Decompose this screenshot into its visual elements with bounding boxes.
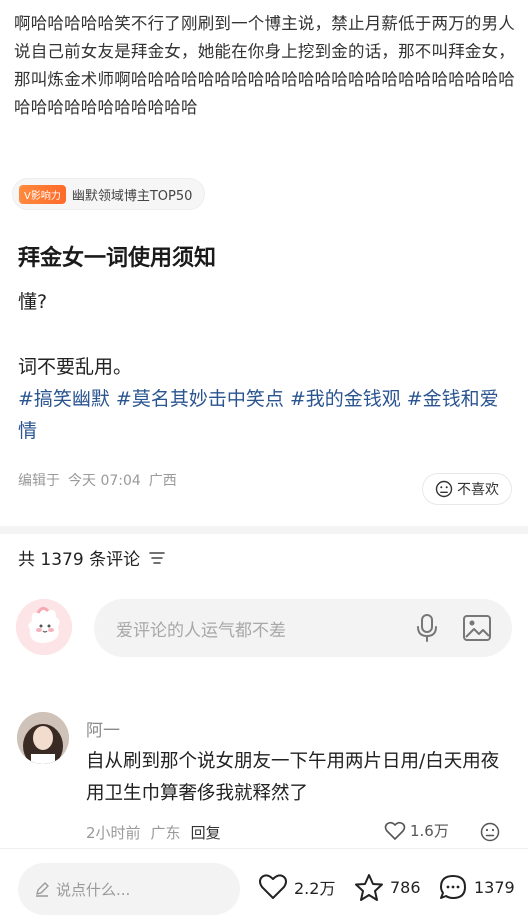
image-icon[interactable] (462, 614, 492, 642)
my-avatar (16, 599, 72, 655)
dislike-label: 不喜欢 (457, 482, 499, 498)
star-icon (355, 874, 383, 901)
like-button[interactable]: 2.2万 (258, 873, 335, 900)
comment-button[interactable]: 1379 (438, 873, 515, 902)
comments-header: 共 1379 条评论 (18, 545, 166, 570)
favorite-button[interactable]: 786 (354, 873, 421, 902)
like-count: 2.2万 (294, 878, 336, 898)
hashtag-list: #搞笑幽默 #莫名其妙击中笑点 #我的金钱观 #金钱和爱情 (18, 383, 508, 447)
favorite-count: 786 (390, 878, 421, 897)
post-time: 今天 07:04 (68, 473, 141, 489)
badge-label: 幽默领域博主TOP50 (71, 188, 193, 204)
post-title: 拜金女一词使用须知 (18, 246, 217, 271)
comment-count: 共 1379 条评论 (18, 550, 141, 570)
comment-location: 广东 (150, 824, 181, 842)
say-placeholder: 说点什么... (56, 880, 131, 899)
comment-text: 自从刷到那个说女朋友一下午用两片日用/白天用夜用卫生巾算奢侈我就释然了 (86, 751, 500, 804)
frown-icon (480, 822, 500, 842)
influence-badge[interactable]: V影响力 幽默领域博主TOP50 (12, 178, 206, 210)
comment-dislike-button[interactable] (480, 822, 500, 846)
post-body-line: 词不要乱用。 (18, 356, 133, 378)
heart-icon (259, 874, 287, 899)
bottom-action-bar: 说点什么... 2.2万 786 1379 (0, 848, 528, 915)
edited-label: 编辑于 (18, 473, 60, 489)
commenter-avatar[interactable] (17, 712, 69, 764)
hashtag-link[interactable]: #我的金钱观 (290, 388, 401, 410)
influence-icon: V影响力 (19, 184, 66, 204)
reply-button[interactable]: 回复 (191, 822, 221, 843)
frown-icon (435, 480, 453, 498)
post-quote-text: 啊哈哈哈哈哈笑不行了刚刷到一个博主说，禁止月薪低于两万的男人说自己前女友是拜金女… (14, 14, 515, 117)
dislike-button[interactable]: 不喜欢 (422, 473, 512, 505)
comment-meta: 2小时前 广东 回复 (86, 822, 221, 843)
post-meta: 编辑于 今天 07:04 广西 (18, 470, 185, 490)
post-body-line: 懂? (18, 291, 48, 313)
hashtag-link[interactable]: #莫名其妙击中笑点 (116, 388, 284, 410)
post-location: 广西 (148, 473, 177, 489)
say-something-input[interactable]: 说点什么... (18, 863, 240, 915)
comment-time: 2小时前 (86, 824, 141, 842)
comment-input[interactable]: 爱评论的人运气都不差 (94, 599, 512, 657)
hashtag-link[interactable]: #搞笑幽默 (18, 388, 110, 410)
heart-icon (384, 821, 406, 840)
commenter-name[interactable]: 阿一 (86, 716, 120, 741)
comment-total: 1379 (474, 878, 515, 897)
comment-like-button[interactable]: 1.6万 (384, 820, 449, 841)
comment-bubble-icon (440, 875, 466, 899)
comment-input-placeholder: 爱评论的人运气都不差 (116, 620, 286, 641)
section-divider (0, 526, 528, 534)
sort-icon[interactable] (148, 550, 166, 566)
microphone-icon[interactable] (414, 613, 440, 643)
pencil-icon (36, 882, 49, 897)
comment-like-count: 1.6万 (410, 822, 449, 840)
